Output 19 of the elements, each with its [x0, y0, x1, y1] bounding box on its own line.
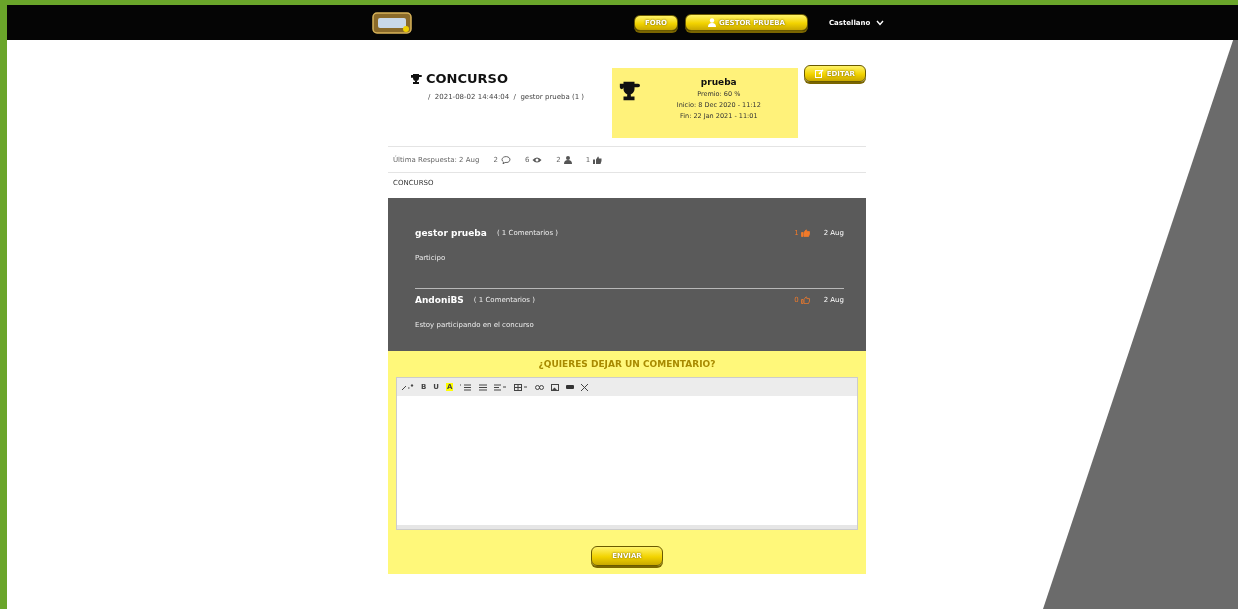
link-icon[interactable]	[535, 384, 545, 390]
list-icon[interactable]	[460, 383, 473, 391]
trophy-icon	[617, 80, 640, 102]
contest-name: prueba	[700, 77, 737, 87]
edit-icon	[814, 69, 824, 78]
topic-title: CONCURSO	[426, 71, 508, 86]
list-icon[interactable]	[479, 383, 488, 391]
comment-author: gestor prueba	[415, 228, 487, 238]
form-heading: ¿QUIERES DEJAR UN COMENTARIO?	[538, 359, 716, 369]
comment-author: AndoniBS	[415, 295, 464, 305]
fullscreen-icon[interactable]	[581, 383, 589, 391]
video-icon[interactable]	[566, 384, 575, 390]
align-icon[interactable]	[494, 383, 508, 391]
logo-icon[interactable]	[372, 11, 412, 34]
chevron-down-icon	[876, 19, 885, 26]
table-icon[interactable]	[514, 383, 529, 391]
trophy-icon	[410, 72, 422, 85]
user-icon	[708, 18, 717, 27]
image-icon[interactable]	[551, 383, 560, 391]
